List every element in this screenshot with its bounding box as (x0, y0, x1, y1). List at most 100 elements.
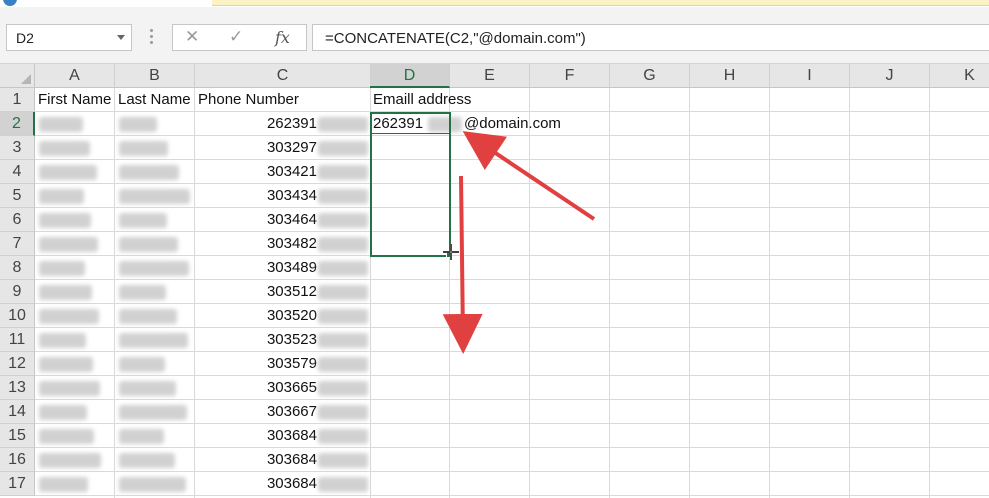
name-box[interactable]: D2 (6, 24, 132, 51)
row-header-16[interactable]: 16 (0, 448, 35, 472)
cell-c2: 262391 (266, 115, 317, 132)
spreadsheet-grid[interactable]: ABCDEFGHIJK 1 2 3 4 5 6 7 8 9 10 11 12 13 14 15 16 17 Fi… (0, 64, 989, 498)
redacted-phone-suffix (318, 453, 368, 468)
column-header-i[interactable]: I (770, 64, 850, 88)
redacted-last-name (119, 261, 189, 276)
insert-function-icon[interactable]: fx (275, 28, 290, 47)
redacted-phone-suffix (318, 429, 368, 444)
redacted-first-name (39, 189, 84, 204)
redacted-first-name (39, 429, 94, 444)
row-header-17[interactable]: 17 (0, 472, 35, 496)
redacted-phone-suffix (318, 357, 368, 372)
redacted-first-name (39, 381, 100, 396)
info-banner-strip (0, 0, 989, 7)
column-header-c[interactable]: C (195, 64, 371, 88)
column-header-f[interactable]: F (530, 64, 610, 88)
gridline-horizontal (35, 351, 989, 352)
redacted-last-name (119, 141, 168, 156)
drag-handle-icon[interactable] (150, 29, 154, 47)
column-header-g[interactable]: G (610, 64, 690, 88)
redacted-last-name (119, 429, 164, 444)
gridline-vertical (769, 88, 770, 498)
redacted-first-name (39, 453, 101, 468)
redacted-last-name (119, 477, 186, 492)
redacted-last-name (119, 237, 178, 252)
cell-c16: 303684 (266, 451, 317, 468)
row-header-4[interactable]: 4 (0, 160, 35, 184)
cell-c6: 303464 (266, 211, 317, 228)
redacted-phone-suffix (318, 333, 368, 348)
row-header-12[interactable]: 12 (0, 352, 35, 376)
cell-b1: Last Name (118, 91, 191, 108)
row-header-7[interactable]: 7 (0, 232, 35, 256)
info-icon (3, 0, 17, 6)
cell-c5: 303434 (266, 187, 317, 204)
gridline-horizontal (35, 375, 989, 376)
row-header-11[interactable]: 11 (0, 328, 35, 352)
redacted-first-name (39, 237, 98, 252)
column-header-e[interactable]: E (450, 64, 530, 88)
column-header-b[interactable]: B (115, 64, 195, 88)
cancel-icon[interactable]: ✕ (185, 27, 199, 47)
row-header-9[interactable]: 9 (0, 280, 35, 304)
row-header-15[interactable]: 15 (0, 424, 35, 448)
gridline-vertical (449, 88, 450, 498)
cell-c13: 303665 (266, 379, 317, 396)
redacted-last-name (119, 213, 167, 228)
gridline-vertical (929, 88, 930, 498)
gridline-horizontal (35, 423, 989, 424)
column-header-h[interactable]: H (690, 64, 770, 88)
formula-text: =CONCATENATE(C2,"@domain.com") (325, 30, 586, 47)
column-header-j[interactable]: J (850, 64, 930, 88)
redacted-last-name (119, 165, 179, 180)
column-header-d[interactable]: D (370, 64, 450, 88)
gridline-horizontal (35, 279, 989, 280)
select-all-corner[interactable] (0, 64, 35, 88)
redacted-phone-suffix (318, 477, 368, 492)
cell-d1: Emaill address (373, 91, 472, 108)
row-header-13[interactable]: 13 (0, 376, 35, 400)
gridline-vertical (194, 88, 195, 498)
row-header-3[interactable]: 3 (0, 136, 35, 160)
gridline-vertical (114, 88, 115, 498)
gridline-vertical (609, 88, 610, 498)
redacted-phone-suffix (318, 165, 368, 180)
row-header-1[interactable]: 1 (0, 88, 35, 112)
column-header-a[interactable]: A (35, 64, 115, 88)
gridline-horizontal (35, 399, 989, 400)
redacted-first-name (39, 285, 92, 300)
gridline-horizontal (35, 111, 989, 112)
cell-c9: 303512 (266, 283, 317, 300)
cell-d2-suffix: @domain.com (464, 115, 561, 132)
redacted-first-name (39, 141, 90, 156)
cell-c4: 303421 (266, 163, 317, 180)
chevron-down-icon[interactable] (117, 35, 125, 40)
row-header-8[interactable]: 8 (0, 256, 35, 280)
row-header-5[interactable]: 5 (0, 184, 35, 208)
redacted-last-name (119, 381, 176, 396)
gridline-horizontal (35, 207, 989, 208)
cell-c11: 303523 (266, 331, 317, 348)
column-header-k[interactable]: K (930, 64, 989, 88)
redacted-last-name (119, 405, 187, 420)
gridline-vertical (370, 88, 371, 498)
cell-c7: 303482 (266, 235, 317, 252)
check-icon[interactable]: ✓ (229, 27, 243, 47)
row-header-2[interactable]: 2 (0, 112, 35, 136)
redacted-first-name (39, 261, 85, 276)
redacted-phone-suffix (318, 213, 368, 228)
cell-c14: 303667 (266, 403, 317, 420)
row-header-6[interactable]: 6 (0, 208, 35, 232)
redacted-phone-suffix (318, 189, 368, 204)
row-header-10[interactable]: 10 (0, 304, 35, 328)
redacted-phone-suffix (318, 261, 368, 276)
cell-c17: 303684 (266, 475, 317, 492)
row-header-14[interactable]: 14 (0, 400, 35, 424)
redacted-phone-suffix (318, 117, 368, 132)
cell-a1: First Name (38, 91, 112, 108)
active-cell (372, 114, 449, 134)
redacted-first-name (39, 333, 86, 348)
redacted-phone-suffix (318, 141, 368, 156)
formula-input[interactable]: =CONCATENATE(C2,"@domain.com") (312, 24, 989, 51)
cell-c15: 303684 (266, 427, 317, 444)
